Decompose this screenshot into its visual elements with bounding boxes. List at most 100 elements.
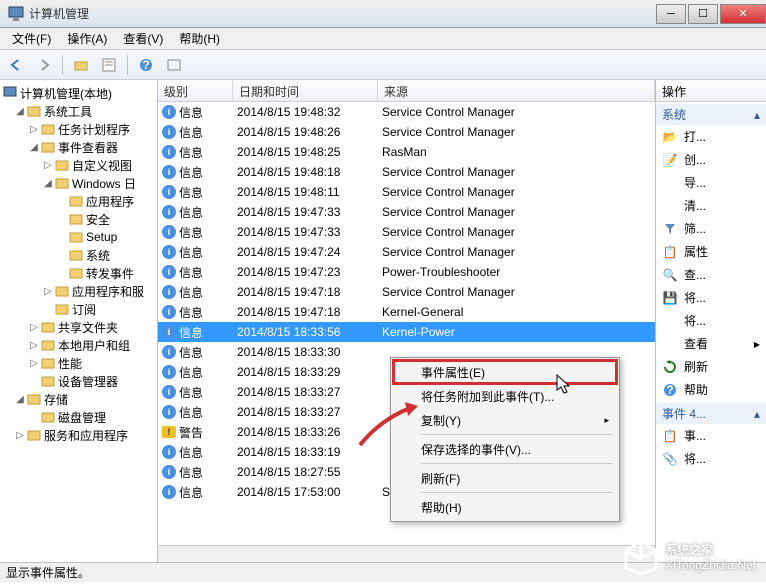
tree-item[interactable]: ▷应用程序和服 [0, 282, 157, 300]
table-row[interactable]: i信息2014/8/15 19:48:25RasMan [158, 142, 655, 162]
tree-item[interactable]: ▷任务计划程序 [0, 120, 157, 138]
tree-expander-icon[interactable]: ▷ [28, 322, 40, 333]
minimize-button[interactable]: ─ [656, 4, 686, 24]
action-help[interactable]: ?帮助 [656, 378, 766, 401]
tree-item[interactable]: 转发事件 [0, 264, 157, 282]
tree-item[interactable]: 应用程序 [0, 192, 157, 210]
table-row[interactable]: i信息2014/8/15 19:47:18Kernel-General [158, 302, 655, 322]
col-source[interactable]: 来源 [378, 80, 655, 101]
action-group-system[interactable]: 系统▴ [656, 104, 766, 125]
filter-icon [662, 221, 678, 237]
action-clear[interactable]: 清... [656, 194, 766, 217]
list-header: 级别 日期和时间 来源 [158, 80, 655, 102]
forward-button[interactable] [32, 53, 56, 77]
table-row[interactable]: i信息2014/8/15 19:47:18Service Control Man… [158, 282, 655, 302]
info-icon: i [162, 225, 176, 239]
action-properties[interactable]: 📋属性 [656, 240, 766, 263]
ctx-copy[interactable]: 复制(Y)▸ [393, 408, 617, 432]
event-source: Service Control Manager [378, 185, 655, 199]
tree-expander-icon[interactable]: ◢ [42, 178, 54, 189]
titlebar: 计算机管理 ─ ☐ ✕ [0, 0, 766, 28]
action-event-attach[interactable]: 📎将... [656, 447, 766, 470]
menu-view[interactable]: 查看(V) [115, 28, 171, 49]
maximize-button[interactable]: ☐ [688, 4, 718, 24]
folder-icon [54, 175, 70, 191]
tree-expander-icon[interactable]: ▷ [28, 358, 40, 369]
table-row[interactable]: i信息2014/8/15 19:48:32Service Control Man… [158, 102, 655, 122]
tree-item[interactable]: ▷自定义视图 [0, 156, 157, 174]
tree-item[interactable]: ◢存储 [0, 390, 157, 408]
action-find[interactable]: 🔍查... [656, 263, 766, 286]
tree-expander-icon[interactable]: ◢ [28, 142, 40, 153]
tree-item-label: 系统工具 [44, 103, 92, 120]
ctx-event-properties[interactable]: 事件属性(E) [393, 360, 617, 384]
col-level[interactable]: 级别 [158, 80, 233, 101]
action-event-props[interactable]: 📋事... [656, 424, 766, 447]
tree-item-label: 订阅 [72, 301, 96, 318]
action-filter[interactable]: 筛... [656, 217, 766, 240]
table-row[interactable]: i信息2014/8/15 19:48:18Service Control Man… [158, 162, 655, 182]
tree-root[interactable]: 计算机管理(本地) [0, 84, 157, 102]
tree-item[interactable]: ◢事件查看器 [0, 138, 157, 156]
svg-text:?: ? [142, 58, 149, 72]
horizontal-scrollbar[interactable] [158, 545, 655, 562]
back-button[interactable] [4, 53, 28, 77]
action-group-event[interactable]: 事件 4...▴ [656, 403, 766, 424]
table-row[interactable]: i信息2014/8/15 18:33:56Kernel-Power [158, 322, 655, 342]
ctx-attach-task[interactable]: 将任务附加到此事件(T)... [393, 384, 617, 408]
tree-item[interactable]: ▷服务和应用程序 [0, 426, 157, 444]
view-button[interactable] [162, 53, 186, 77]
properties-button[interactable] [97, 53, 121, 77]
tree-item[interactable]: 磁盘管理 [0, 408, 157, 426]
help-button[interactable]: ? [134, 53, 158, 77]
action-open[interactable]: 📂打... [656, 125, 766, 148]
tree-item[interactable]: 系统 [0, 246, 157, 264]
tree-item[interactable]: 订阅 [0, 300, 157, 318]
action-import[interactable]: 导... [656, 171, 766, 194]
info-icon: i [162, 245, 176, 259]
info-icon: i [162, 465, 176, 479]
tree-item[interactable]: 安全 [0, 210, 157, 228]
close-button[interactable]: ✕ [720, 4, 766, 24]
ctx-help[interactable]: 帮助(H) [393, 495, 617, 519]
table-row[interactable]: i信息2014/8/15 19:48:11Service Control Man… [158, 182, 655, 202]
action-create[interactable]: 📝创... [656, 148, 766, 171]
table-row[interactable]: i信息2014/8/15 19:47:23Power-Troubleshoote… [158, 262, 655, 282]
table-row[interactable]: i信息2014/8/15 19:47:24Service Control Man… [158, 242, 655, 262]
import-icon [662, 175, 678, 191]
tree-expander-icon[interactable]: ▷ [42, 160, 54, 171]
event-source: Service Control Manager [378, 245, 655, 259]
table-row[interactable]: i信息2014/8/15 19:47:33Service Control Man… [158, 222, 655, 242]
menu-help[interactable]: 帮助(H) [171, 28, 228, 49]
tree-expander-icon[interactable]: ▷ [14, 430, 26, 441]
tree-expander-icon[interactable]: ▷ [42, 286, 54, 297]
open-icon: 📂 [662, 129, 678, 145]
event-icon [40, 139, 56, 155]
up-folder-button[interactable] [69, 53, 93, 77]
tree-item[interactable]: ▷性能 [0, 354, 157, 372]
tree-item[interactable]: Setup [0, 228, 157, 246]
action-view[interactable]: 查看▸ [656, 332, 766, 355]
action-attach[interactable]: 将... [656, 309, 766, 332]
tree-item[interactable]: ▷本地用户和组 [0, 336, 157, 354]
action-refresh[interactable]: 刷新 [656, 355, 766, 378]
ctx-refresh[interactable]: 刷新(F) [393, 466, 617, 490]
table-row[interactable]: i信息2014/8/15 19:48:26Service Control Man… [158, 122, 655, 142]
table-row[interactable]: i信息2014/8/15 19:47:33Service Control Man… [158, 202, 655, 222]
ctx-save-selected[interactable]: 保存选择的事件(V)... [393, 437, 617, 461]
tree-pane[interactable]: 计算机管理(本地) ◢ 系统工具▷任务计划程序◢事件查看器▷自定义视图◢Windo… [0, 80, 158, 562]
tree-expander-icon[interactable]: ◢ [14, 106, 26, 117]
col-datetime[interactable]: 日期和时间 [233, 80, 378, 101]
svg-text:?: ? [666, 383, 673, 397]
folder-icon [54, 157, 70, 173]
tree-item[interactable]: ◢Windows 日 [0, 174, 157, 192]
tree-expander-icon[interactable]: ▷ [28, 340, 40, 351]
menu-action[interactable]: 操作(A) [59, 28, 115, 49]
tree-expander-icon[interactable]: ◢ [14, 394, 26, 405]
tree-item[interactable]: 设备管理器 [0, 372, 157, 390]
tree-item[interactable]: ▷共享文件夹 [0, 318, 157, 336]
tree-item[interactable]: ◢ 系统工具 [0, 102, 157, 120]
menu-file[interactable]: 文件(F) [4, 28, 59, 49]
action-save[interactable]: 💾将... [656, 286, 766, 309]
tree-expander-icon[interactable]: ▷ [28, 124, 40, 135]
